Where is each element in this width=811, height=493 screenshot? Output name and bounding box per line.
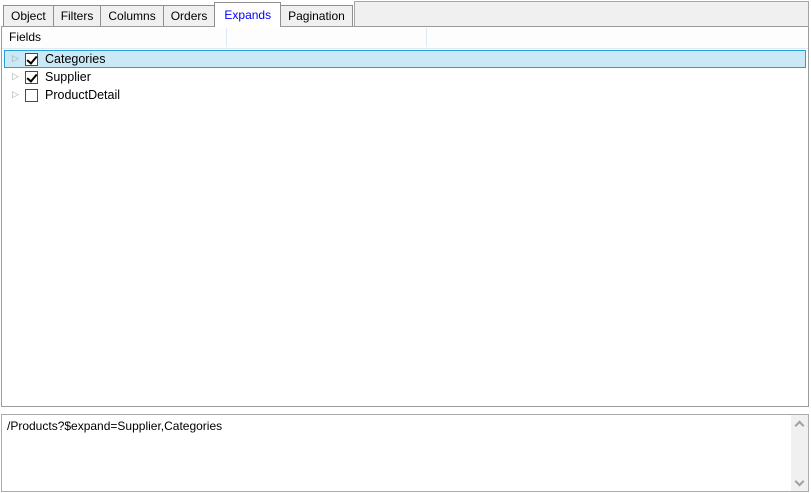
query-preview-box[interactable]: /Products?$expand=Supplier,Categories (1, 414, 809, 492)
tree-item-supplier[interactable]: Supplier (4, 68, 806, 86)
expand-chevron-icon[interactable] (10, 73, 21, 82)
tab-columns[interactable]: Columns (100, 5, 164, 26)
expand-chevron-icon[interactable] (10, 91, 21, 100)
tree-item-label: ProductDetail (45, 88, 121, 102)
tab-filters[interactable]: Filters (52, 5, 102, 26)
tab-pagination[interactable]: Pagination (280, 5, 353, 26)
tree-item-productdetail[interactable]: ProductDetail (4, 86, 806, 104)
column-separator (226, 28, 227, 47)
expand-chevron-icon[interactable] (10, 55, 21, 64)
fields-column-header[interactable]: Fields (2, 27, 808, 49)
categories-checkbox[interactable] (25, 52, 38, 66)
tab-object[interactable]: Object (3, 5, 54, 26)
chevron-up-icon (794, 420, 805, 430)
chevron-down-icon (794, 476, 805, 486)
scroll-up-button[interactable] (791, 415, 808, 432)
tab-orders[interactable]: Orders (162, 5, 216, 26)
fields-header-label: Fields (9, 30, 42, 44)
fields-tree: Categories Supplier ProductDetail (2, 50, 808, 104)
tree-item-label: Supplier (45, 70, 91, 84)
tab-expands[interactable]: Expands (214, 2, 282, 27)
tree-item-categories[interactable]: Categories (4, 50, 806, 68)
scroll-down-button[interactable] (791, 474, 808, 491)
column-separator (426, 28, 427, 47)
expands-tab-page: Fields Categories Supplier ProductDetail (1, 26, 809, 407)
tab-strip-filler (353, 1, 809, 26)
vertical-scrollbar[interactable] (791, 415, 808, 491)
productdetail-checkbox[interactable] (25, 88, 38, 102)
tree-item-label: Categories (45, 52, 106, 66)
query-preview-text: /Products?$expand=Supplier,Categories (7, 419, 223, 433)
supplier-checkbox[interactable] (25, 70, 38, 84)
tab-strip: Object Filters Columns Orders Expands Pa… (0, 0, 811, 27)
